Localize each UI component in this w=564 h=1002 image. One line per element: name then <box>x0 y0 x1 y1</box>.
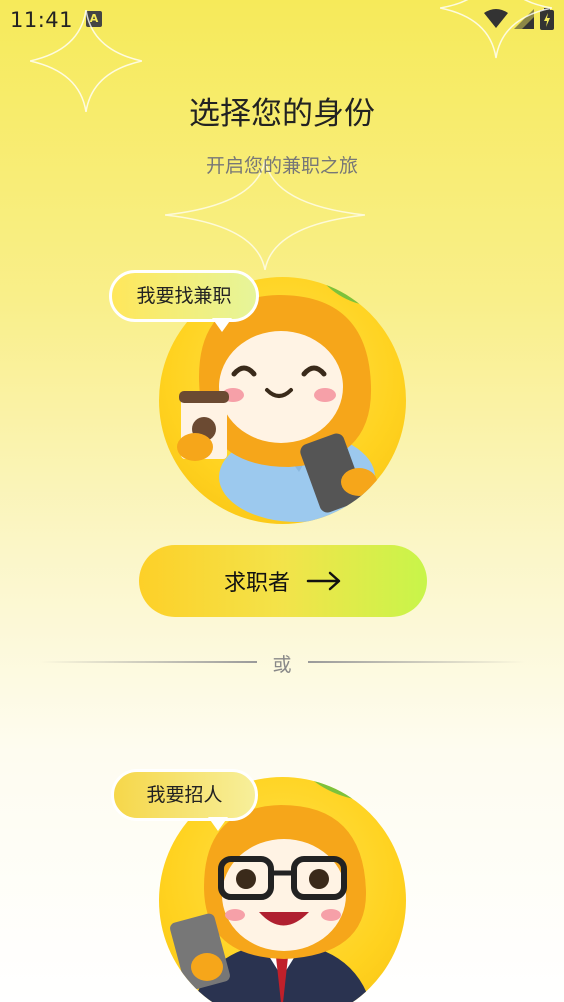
divider-line-left <box>40 661 257 663</box>
sparkle-decoration <box>440 0 552 59</box>
bubble-tail <box>212 318 232 332</box>
job-seeker-button[interactable]: 求职者 <box>139 545 427 617</box>
job-seeker-button-label: 求职者 <box>223 571 290 596</box>
recruiter-speech-bubble: 我要招人 <box>111 769 258 821</box>
page-title: 选择您的身份 <box>189 96 375 132</box>
page-subtitle: 开启您的兼职之旅 <box>205 155 358 177</box>
job-seeker-speech-bubble: 我要找兼职 <box>109 270 259 322</box>
arrow-right-icon <box>306 571 341 591</box>
divider-line-right <box>308 661 525 663</box>
bubble-tail <box>208 817 228 831</box>
or-separator: 或 <box>272 654 292 676</box>
